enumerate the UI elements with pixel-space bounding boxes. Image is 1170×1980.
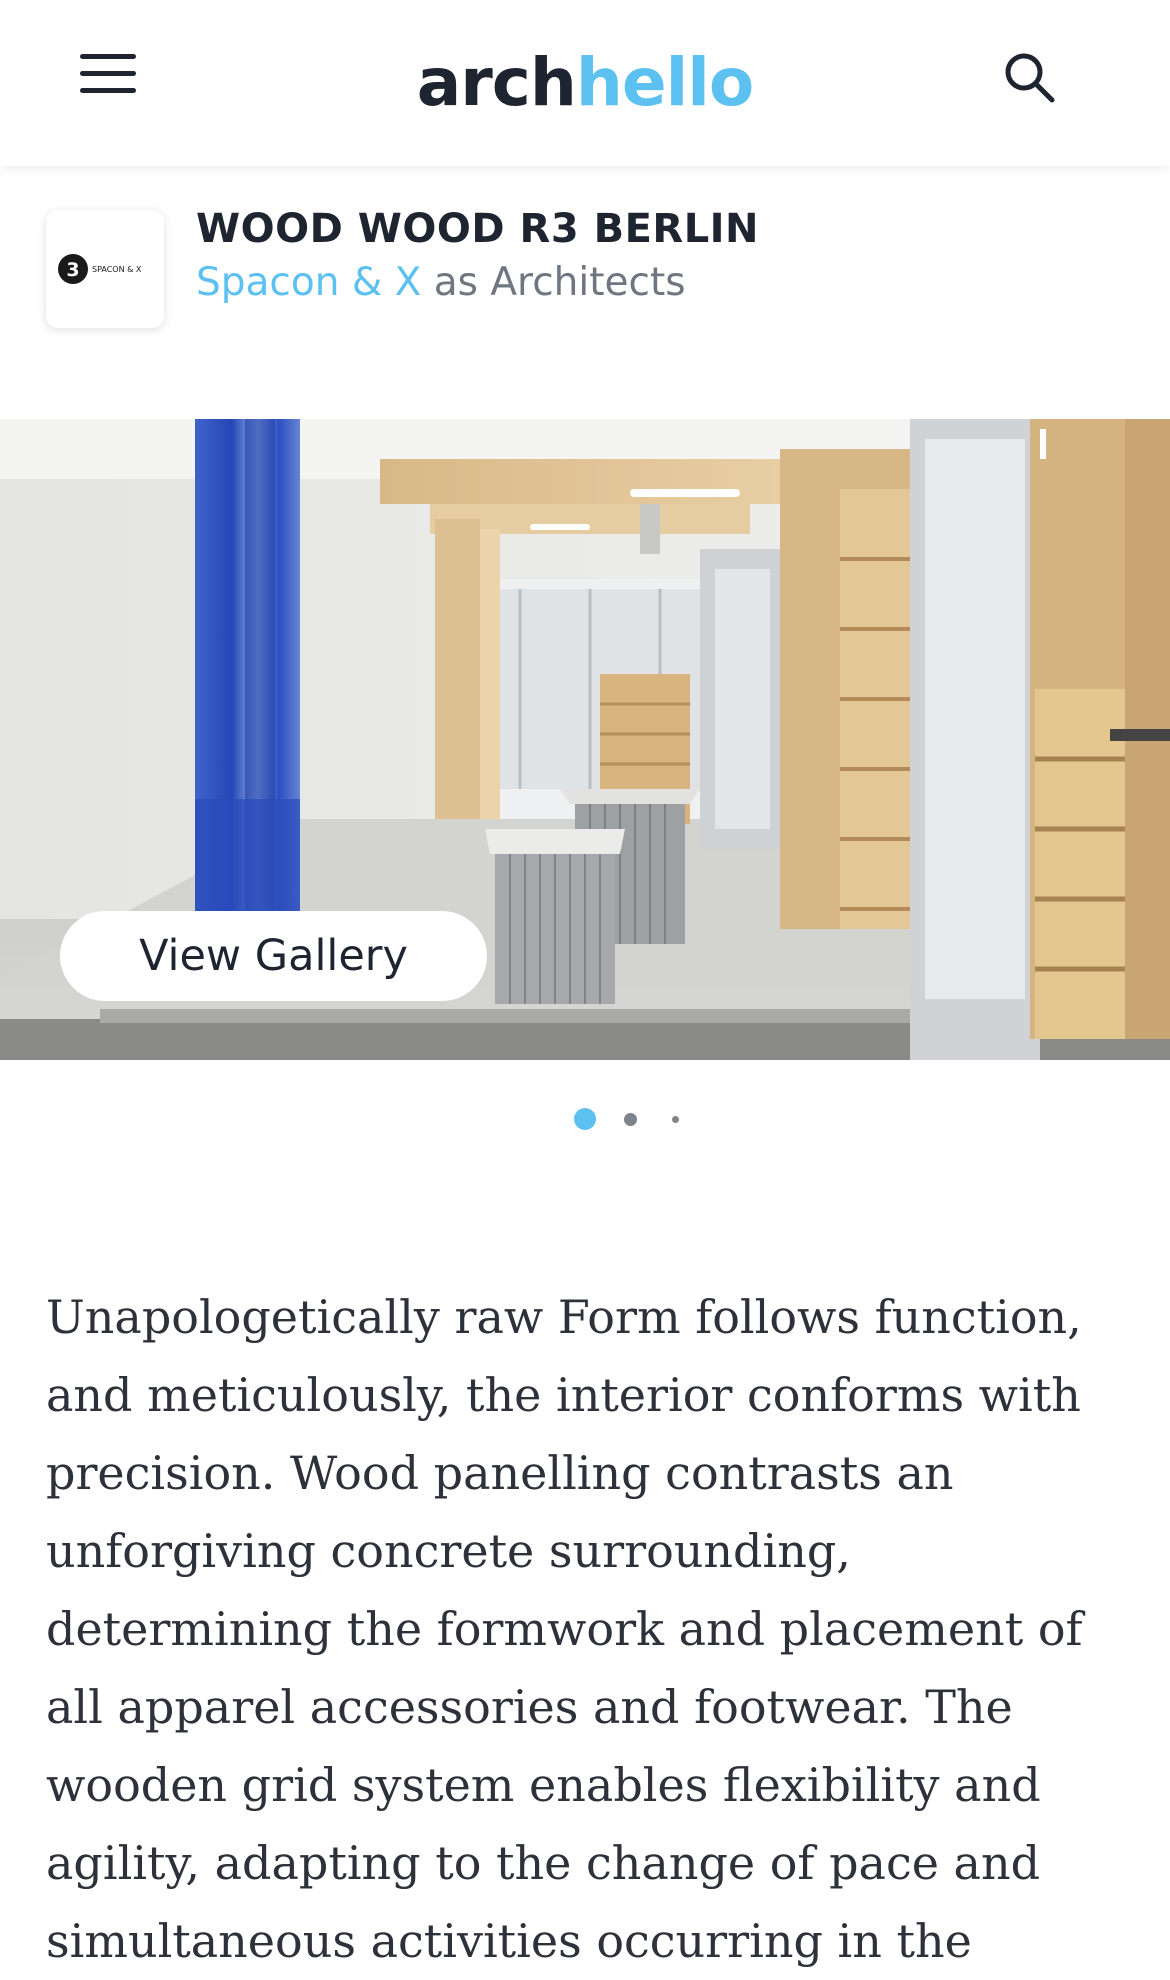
logo-light-h: h [575,44,623,121]
firm-link[interactable]: Spacon & X [196,260,421,305]
logo-dark-part: arch [416,44,577,121]
archello-logo[interactable]: archhello [0,38,1170,128]
view-gallery-button[interactable]: View Gallery [60,911,487,1001]
project-description: Unapologetically raw Form follows functi… [46,1290,1083,1968]
firm-logo-text: SPACON & X [92,265,142,274]
firm-logo[interactable]: 3 SPACON & X [46,210,164,328]
pagination-dot-1-active[interactable] [574,1108,596,1130]
search-icon[interactable] [1000,48,1060,108]
svg-text:3: 3 [66,259,79,281]
project-title: WOOD WOOD R3 BERLIN [196,206,760,252]
gallery-pagination [0,1106,1170,1132]
firm-role: as Architects [421,260,686,305]
pagination-dot-2[interactable] [624,1113,637,1126]
logo-light-part: ello [621,44,754,121]
project-credit: Spacon & X as Architects [196,260,686,305]
pagination-dot-3[interactable] [672,1116,679,1123]
top-navigation-bar: archhello [0,0,1170,166]
